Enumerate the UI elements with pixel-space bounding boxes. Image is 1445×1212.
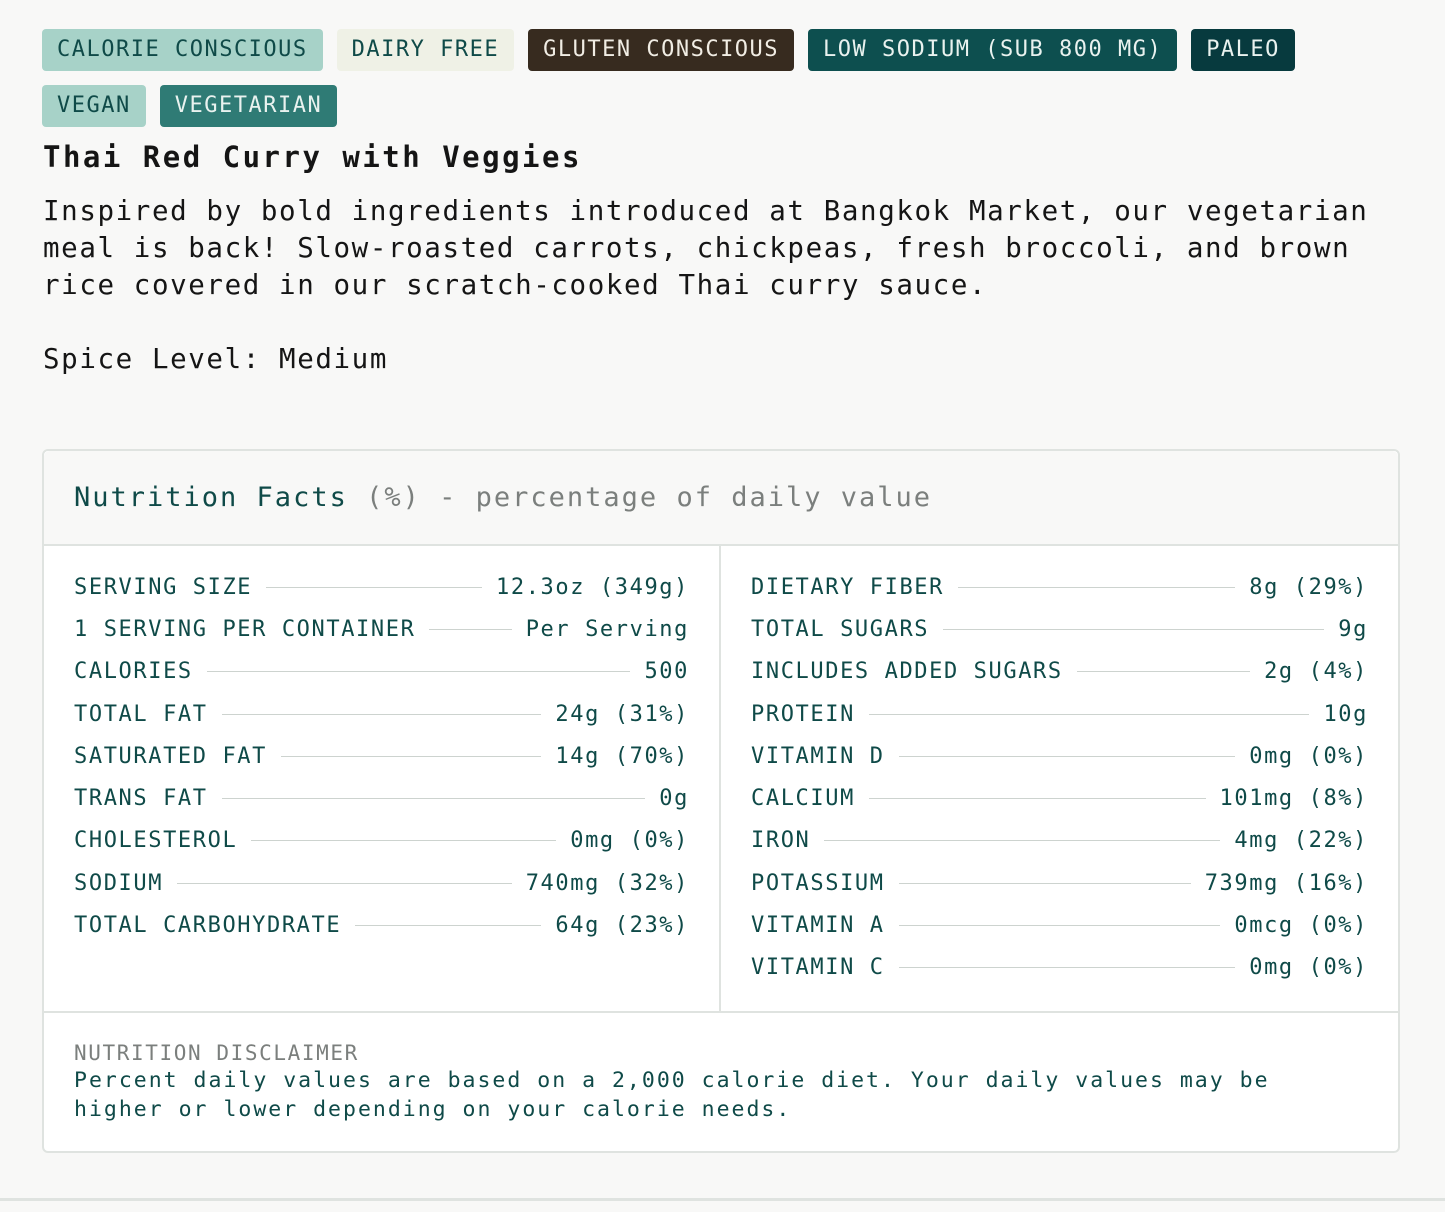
nutrition-facts-table: SERVING SIZE 12.3oz (349g) 1 SERVING PER … xyxy=(44,546,1398,1013)
nutrient-value: 14g (70%) xyxy=(555,743,689,769)
nutrition-row: SERVING SIZE 12.3oz (349g) xyxy=(74,566,689,608)
nutrient-label: SERVING SIZE xyxy=(74,574,253,600)
nutrient-label: VITAMIN A xyxy=(751,913,885,939)
leader-line xyxy=(958,586,1236,588)
nutrition-row: DIETARY FIBER 8g (29%) xyxy=(751,566,1368,608)
disclaimer-title: NUTRITION DISCLAIMER xyxy=(74,1041,359,1065)
nutrient-value: 8g (29%) xyxy=(1249,574,1368,600)
leader-line xyxy=(898,755,1236,757)
nutrition-row: 1 SERVING PER CONTAINER Per Serving xyxy=(74,608,689,650)
nutrient-value: 739mg (16%) xyxy=(1204,870,1368,896)
spice-level: Spice Level: Medium xyxy=(43,343,388,375)
nutrient-value: Per Serving xyxy=(525,616,689,642)
nutrition-row: VITAMIN D 0mg (0%) xyxy=(751,735,1368,777)
nutrition-row: CALORIES 500 xyxy=(74,651,689,693)
leader-line xyxy=(868,798,1206,800)
nutrition-column-left: SERVING SIZE 12.3oz (349g) 1 SERVING PER … xyxy=(44,546,721,1011)
nutrition-facts-panel: Nutrition Facts (%) - percentage of dail… xyxy=(42,449,1400,1153)
nutrient-label: IRON xyxy=(751,828,811,854)
leader-line xyxy=(943,628,1325,630)
nutrition-row: VITAMIN C 0mg (0%) xyxy=(751,947,1368,989)
nutrient-value: 101mg (8%) xyxy=(1219,786,1368,812)
leader-line xyxy=(429,628,512,630)
leader-line xyxy=(221,713,542,715)
nutrient-value: 0mg (0%) xyxy=(570,828,689,854)
nutrient-label: CHOLESTEROL xyxy=(74,828,238,854)
diet-tags: CALORIE CONSCIOUS DAIRY FREE GLUTEN CONS… xyxy=(42,29,1332,127)
nutrient-value: 0g xyxy=(659,786,689,812)
nutrition-row: TOTAL FAT 24g (31%) xyxy=(74,693,689,735)
nutrition-row: VITAMIN A 0mcg (0%) xyxy=(751,904,1368,946)
bottom-divider xyxy=(0,1198,1445,1201)
tag-vegan: VEGAN xyxy=(42,85,146,127)
nutrition-disclaimer: NUTRITION DISCLAIMER Percent daily value… xyxy=(44,1013,1398,1124)
nutrition-row: IRON 4mg (22%) xyxy=(751,820,1368,862)
tag-low-sodium: LOW SODIUM (SUB 800 MG) xyxy=(808,29,1178,71)
nutrient-value: 0mg (0%) xyxy=(1249,743,1368,769)
nutrient-label: TRANS FAT xyxy=(74,786,208,812)
nutrition-row: SATURATED FAT 14g (70%) xyxy=(74,735,689,777)
leader-line xyxy=(868,713,1310,715)
leader-line xyxy=(206,671,631,673)
nutrient-label: SODIUM xyxy=(74,870,164,896)
leader-line xyxy=(221,798,646,800)
nutrient-label: PROTEIN xyxy=(751,701,855,727)
tag-paleo: PALEO xyxy=(1191,29,1295,71)
nutrition-row: TOTAL CARBOHYDRATE 64g (23%) xyxy=(74,904,689,946)
nutrition-facts-subtitle: (%) - percentage of daily value xyxy=(347,482,933,513)
nutrition-row: INCLUDES ADDED SUGARS 2g (4%) xyxy=(751,651,1368,693)
meal-description: Inspired by bold ingredients introduced … xyxy=(43,195,1369,301)
nutrient-value: 9g xyxy=(1338,616,1368,642)
disclaimer-text: Percent daily values are based on a 2,00… xyxy=(74,1068,1270,1122)
nutrition-column-right: DIETARY FIBER 8g (29%) TOTAL SUGARS 9g INC… xyxy=(721,546,1398,1011)
nutrient-value: 64g (23%) xyxy=(555,913,689,939)
nutrition-row: CHOLESTEROL 0mg (0%) xyxy=(74,820,689,862)
leader-line xyxy=(281,755,542,757)
nutrient-value: 24g (31%) xyxy=(555,701,689,727)
nutrient-label: INCLUDES ADDED SUGARS xyxy=(751,659,1063,685)
nutrient-label: VITAMIN D xyxy=(751,743,885,769)
tag-calorie-conscious: CALORIE CONSCIOUS xyxy=(42,29,323,71)
leader-line xyxy=(355,925,542,927)
nutrient-label: TOTAL FAT xyxy=(74,701,208,727)
nutrient-label: CALCIUM xyxy=(751,786,855,812)
leader-line xyxy=(898,925,1221,927)
leader-line xyxy=(251,840,557,842)
nutrition-row: TRANS FAT 0g xyxy=(74,777,689,819)
leader-line xyxy=(177,882,512,884)
nutrient-value: 2g (4%) xyxy=(1264,659,1368,685)
nutrient-value: 500 xyxy=(644,659,689,685)
nutrient-label: POTASSIUM xyxy=(751,870,885,896)
nutrient-label: VITAMIN C xyxy=(751,955,885,981)
tag-dairy-free: DAIRY FREE xyxy=(336,29,515,71)
nutrition-row: SODIUM 740mg (32%) xyxy=(74,862,689,904)
leader-line xyxy=(266,586,482,588)
leader-line xyxy=(898,882,1191,884)
nutrient-value: 12.3oz (349g) xyxy=(496,574,689,600)
nutrition-row: CALCIUM 101mg (8%) xyxy=(751,777,1368,819)
leader-line xyxy=(824,840,1221,842)
nutrient-label: 1 SERVING PER CONTAINER xyxy=(74,616,416,642)
nutrient-value: 0mcg (0%) xyxy=(1234,913,1368,939)
meal-title: Thai Red Curry with Veggies xyxy=(43,140,582,174)
nutrient-value: 4mg (22%) xyxy=(1234,828,1368,854)
nutrient-label: DIETARY FIBER xyxy=(751,574,944,600)
nutrition-row: TOTAL SUGARS 9g xyxy=(751,608,1368,650)
leader-line xyxy=(1076,671,1251,673)
nutrient-value: 10g xyxy=(1323,701,1368,727)
leader-line xyxy=(898,967,1236,969)
tag-gluten-conscious: GLUTEN CONSCIOUS xyxy=(528,29,795,71)
nutrition-facts-title: Nutrition Facts xyxy=(74,482,348,513)
nutrition-row: POTASSIUM 739mg (16%) xyxy=(751,862,1368,904)
nutrient-label: TOTAL CARBOHYDRATE xyxy=(74,913,342,939)
nutrient-value: 740mg (32%) xyxy=(525,870,689,896)
nutrient-label: TOTAL SUGARS xyxy=(751,616,930,642)
tag-vegetarian: VEGETARIAN xyxy=(159,85,338,127)
nutrient-value: 0mg (0%) xyxy=(1249,955,1368,981)
nutrition-row: PROTEIN 10g xyxy=(751,693,1368,735)
nutrient-label: CALORIES xyxy=(74,659,193,685)
nutrient-label: SATURATED FAT xyxy=(74,743,267,769)
nutrition-facts-header: Nutrition Facts (%) - percentage of dail… xyxy=(44,451,1398,546)
